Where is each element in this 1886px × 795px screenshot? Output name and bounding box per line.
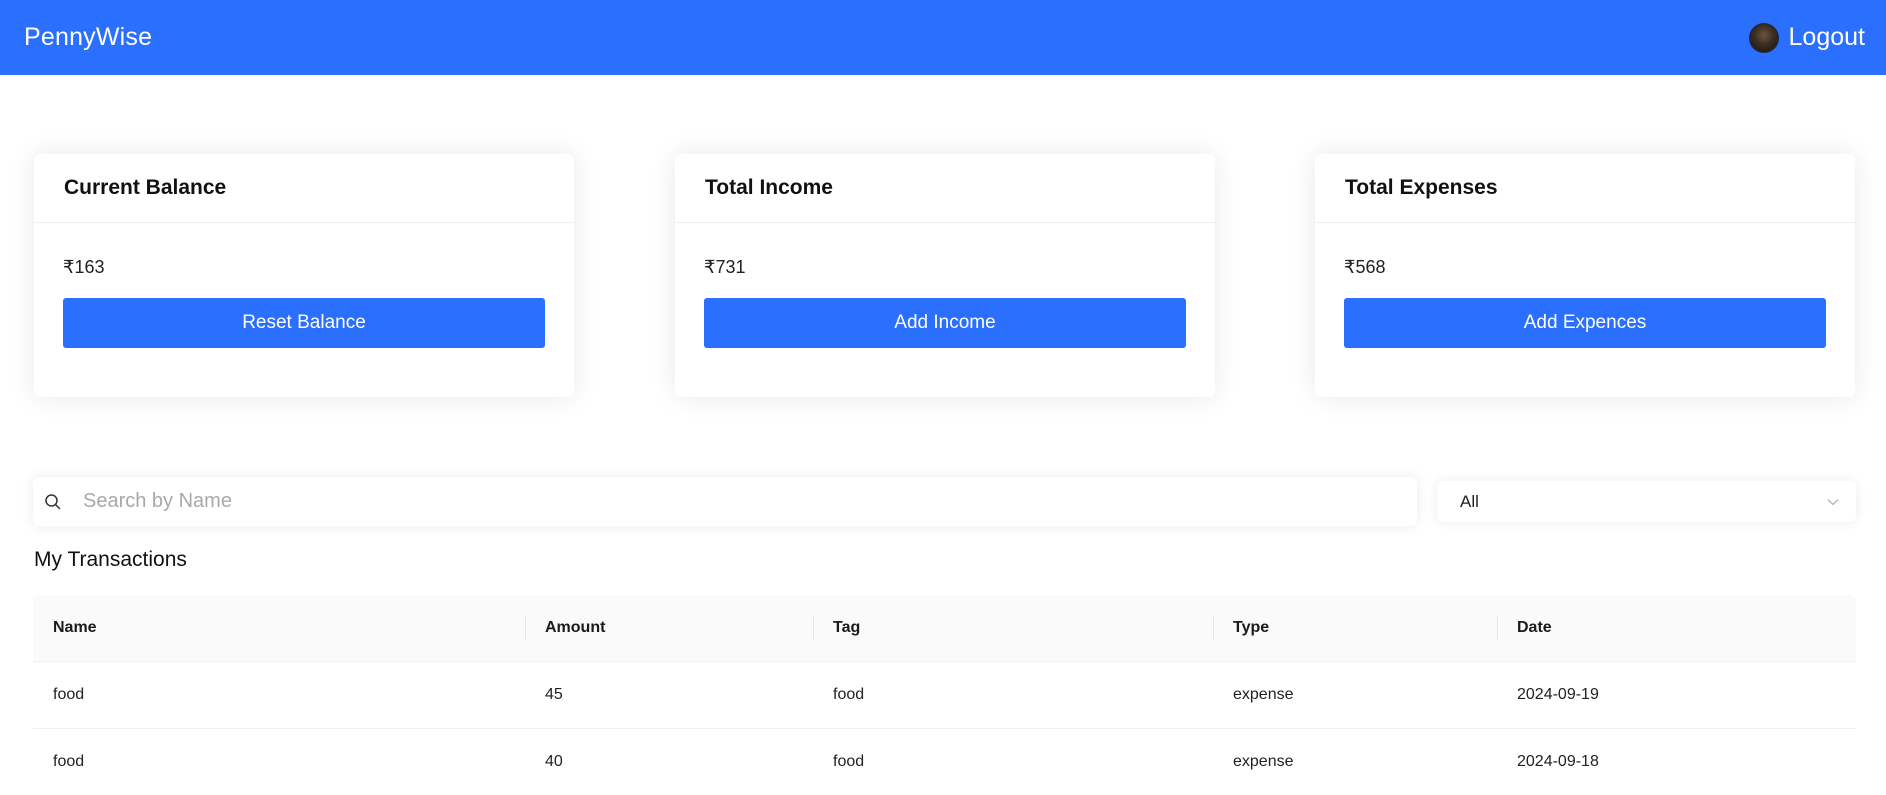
total-expenses-value: ₹568 <box>1344 256 1386 277</box>
cell-amount: 45 <box>545 686 563 703</box>
column-header-tag: Tag <box>813 595 1213 661</box>
current-balance-card: Current Balance ₹163 Reset Balance <box>34 154 574 397</box>
total-expenses-card: Total Expenses ₹568 Add Expences <box>1315 154 1855 397</box>
cell-date: 2024-09-18 <box>1517 753 1599 770</box>
brand-logo-text[interactable]: PennyWise <box>24 23 152 52</box>
column-header-type: Type <box>1213 595 1497 661</box>
chevron-down-icon <box>1826 495 1840 509</box>
cell-amount: 40 <box>545 753 563 770</box>
table-row[interactable]: food 40 food expense 2024-09-18 <box>33 729 1856 795</box>
type-filter-select[interactable]: All <box>1437 481 1856 522</box>
filter-selected-value: All <box>1460 491 1479 511</box>
column-header-date: Date <box>1497 595 1856 661</box>
table-row[interactable]: food 45 food expense 2024-09-19 <box>33 662 1856 729</box>
transactions-heading: My Transactions <box>34 548 187 571</box>
logout-link[interactable]: Logout <box>1789 23 1865 52</box>
cell-type: expense <box>1233 686 1294 703</box>
search-bar <box>33 477 1417 526</box>
column-header-name: Name <box>53 619 97 636</box>
table-header: Name Amount Tag Type Date <box>33 595 1856 662</box>
cell-type: expense <box>1233 753 1294 770</box>
cell-tag: food <box>833 686 865 703</box>
total-income-value: ₹731 <box>704 256 746 277</box>
card-title: Total Income <box>675 154 1215 223</box>
column-header-amount: Amount <box>525 595 813 661</box>
current-balance-value: ₹163 <box>63 256 105 277</box>
transactions-table: Name Amount Tag Type Date food 45 food e… <box>33 595 1856 795</box>
cell-date: 2024-09-19 <box>1517 686 1599 703</box>
total-income-card: Total Income ₹731 Add Income <box>675 154 1215 397</box>
add-income-button[interactable]: Add Income <box>704 298 1186 348</box>
card-title: Total Expenses <box>1315 154 1855 223</box>
cell-name: food <box>53 753 85 770</box>
cell-tag: food <box>833 753 865 770</box>
cell-name: food <box>53 686 85 703</box>
search-input[interactable] <box>83 490 1383 513</box>
avatar[interactable] <box>1748 22 1779 53</box>
top-navbar: PennyWise Logout <box>0 0 1886 75</box>
navbar-user-area: Logout <box>1748 22 1865 53</box>
search-icon <box>44 493 62 511</box>
add-expenses-button[interactable]: Add Expences <box>1344 298 1826 348</box>
reset-balance-button[interactable]: Reset Balance <box>63 298 545 348</box>
card-title: Current Balance <box>34 154 574 223</box>
